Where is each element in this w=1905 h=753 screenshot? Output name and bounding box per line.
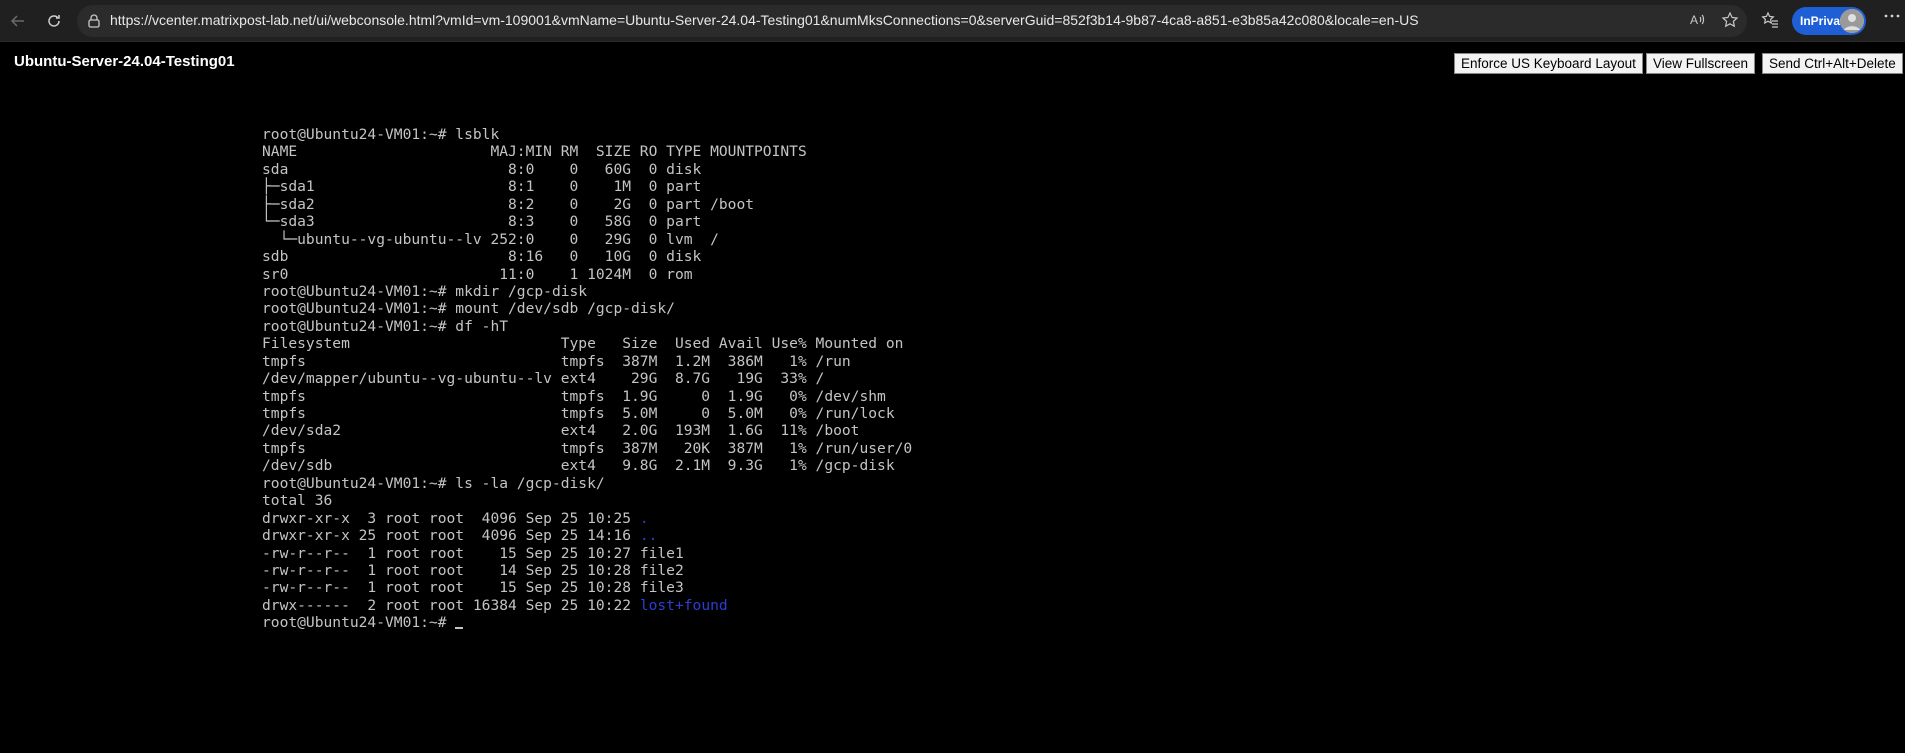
view-fullscreen-button[interactable]: View Fullscreen <box>1646 53 1756 74</box>
terminal-line: NAME MAJ:MIN RM SIZE RO TYPE MOUNTPOINTS <box>262 143 807 161</box>
ls-entry-file-name: file3 <box>639 579 684 597</box>
terminal-line: sda 8:0 0 60G 0 disk <box>262 160 702 178</box>
ls-entry: drwxr-xr-x 25 root root 4096 Sep 25 14:1… <box>262 527 912 544</box>
avatar <box>1840 9 1864 33</box>
terminal-prompt-line[interactable]: root@Ubuntu24-VM01:~# <box>262 614 912 631</box>
ls-entry-file-name: file2 <box>639 561 684 579</box>
favorites-bar-icon[interactable] <box>1761 11 1779 34</box>
ls-entry: -rw-r--r-- 1 root root 14 Sep 25 10:28 f… <box>262 562 912 579</box>
terminal-line: tmpfs tmpfs 5.0M 0 5.0M 0% /run/lock <box>262 405 895 422</box>
svg-text:A: A <box>1690 13 1698 27</box>
terminal-line: root@Ubuntu24-VM01:~# ls -la /gcp-disk/ <box>262 474 605 492</box>
terminal-line: tmpfs tmpfs 387M 20K 387M 1% /run/user/0 <box>262 439 913 457</box>
ls-entry-dir-name: . <box>639 509 649 527</box>
terminal-line: total 36 <box>262 492 333 510</box>
ls-entry-meta: drwx------ 2 root root 16384 Sep 25 10:2… <box>262 596 640 614</box>
browser-toolbar: https://vcenter.matrixpost-lab.net/ui/we… <box>0 0 1905 42</box>
terminal-line: /dev/sda2 ext4 2.0G 193M 1.6G 11% /boot <box>262 422 860 440</box>
terminal-line: tmpfs tmpfs 387M 1.2M 386M 1% /run <box>262 352 851 370</box>
terminal-line: sdb 8:16 0 10G 0 disk <box>262 248 702 266</box>
terminal-cursor <box>455 627 464 630</box>
back-icon[interactable] <box>4 7 32 35</box>
address-bar[interactable]: https://vcenter.matrixpost-lab.net/ui/we… <box>77 5 1747 37</box>
refresh-icon[interactable] <box>40 7 68 35</box>
more-icon[interactable] <box>1884 8 1900 29</box>
terminal-console[interactable]: root@Ubuntu24-VM01:~# lsblk NAME MAJ:MIN … <box>262 126 912 632</box>
terminal-line: root@Ubuntu24-VM01:~# mkdir /gcp-disk <box>262 282 588 300</box>
ls-entry-dir-name: lost+found <box>639 596 728 614</box>
ls-entry: drwx------ 2 root root 16384 Sep 25 10:2… <box>262 597 912 614</box>
ls-entry-meta: drwxr-xr-x 25 root root 4096 Sep 25 14:1… <box>262 527 640 545</box>
terminal-line: Filesystem Type Size Used Avail Use% Mou… <box>262 335 904 353</box>
read-aloud-icon[interactable]: A <box>1689 11 1707 34</box>
terminal-line: ├─sda2 8:2 0 2G 0 part /boot <box>262 195 755 213</box>
lock-icon[interactable] <box>86 13 102 29</box>
ls-entry-meta: drwxr-xr-x 3 root root 4096 Sep 25 10:25 <box>262 509 640 527</box>
favorite-icon[interactable] <box>1721 11 1739 34</box>
ls-entry: drwxr-xr-x 3 root root 4096 Sep 25 10:25… <box>262 510 912 527</box>
send-ctrl-alt-delete-button[interactable]: Send Ctrl+Alt+Delete <box>1762 53 1903 74</box>
terminal-line: └─sda3 8:3 0 58G 0 part <box>262 213 702 231</box>
terminal-prompt: root@Ubuntu24-VM01:~# <box>262 614 456 632</box>
terminal-line: root@Ubuntu24-VM01:~# lsblk <box>262 126 500 143</box>
ls-entry: -rw-r--r-- 1 root root 15 Sep 25 10:28 f… <box>262 579 912 596</box>
enforce-us-keyboard-button[interactable]: Enforce US Keyboard Layout <box>1454 53 1643 74</box>
terminal-line: sr0 11:0 1 1024M 0 rom <box>262 265 693 283</box>
terminal-line: root@Ubuntu24-VM01:~# df -hT <box>262 317 509 335</box>
terminal-line: /dev/sdb ext4 9.8G 2.1M 9.3G 1% /gcp-dis… <box>262 457 895 475</box>
terminal-line: tmpfs tmpfs 1.9G 0 1.9G 0% /dev/shm <box>262 387 886 405</box>
url-text[interactable]: https://vcenter.matrixpost-lab.net/ui/we… <box>110 12 1419 28</box>
ls-entry: -rw-r--r-- 1 root root 15 Sep 25 10:27 f… <box>262 545 912 562</box>
ls-entry-file-name: file1 <box>639 544 684 562</box>
terminal-line: └─ubuntu--vg-ubuntu--lv 252:0 0 29G 0 lv… <box>262 230 719 248</box>
ls-entry-meta: -rw-r--r-- 1 root root 15 Sep 25 10:28 <box>262 579 640 597</box>
ls-entry-meta: -rw-r--r-- 1 root root 14 Sep 25 10:28 <box>262 561 640 579</box>
terminal-line: root@Ubuntu24-VM01:~# mount /dev/sdb /gc… <box>262 300 675 318</box>
terminal-line: /dev/mapper/ubuntu--vg-ubuntu--lv ext4 2… <box>262 370 825 388</box>
ls-entry-dir-name: .. <box>639 527 658 545</box>
ls-entry-meta: -rw-r--r-- 1 root root 15 Sep 25 10:27 <box>262 544 640 562</box>
vm-title: Ubuntu-Server-24.04-Testing01 <box>14 53 235 70</box>
inprivate-badge[interactable]: InPrivate <box>1792 7 1866 35</box>
terminal-line: ├─sda1 8:1 0 1M 0 part <box>262 178 702 196</box>
